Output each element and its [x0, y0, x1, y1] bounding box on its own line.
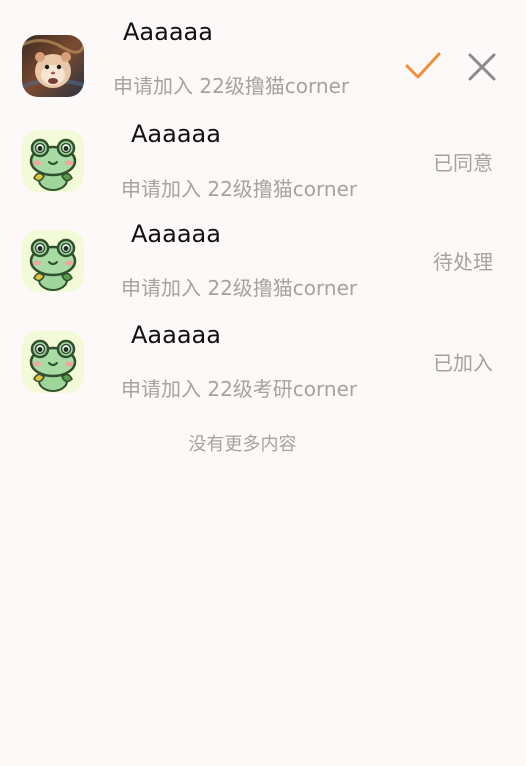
status-badge: 已同意: [433, 151, 493, 175]
status-badge: 已加入: [433, 351, 493, 375]
requester-name: Aaaaaa: [131, 321, 221, 349]
request-description: 申请加入 22级撸猫corner: [121, 276, 358, 300]
request-description: 申请加入 22级考研corner: [121, 377, 358, 401]
request-description: 申请加入 22级撸猫corner: [113, 74, 350, 98]
frog-avatar-icon: [22, 130, 84, 192]
hamster-avatar-icon: [22, 35, 84, 97]
avatar: [22, 35, 84, 97]
requester-name: Aaaaaa: [123, 18, 213, 46]
no-more-content-text: 没有更多内容: [188, 434, 297, 455]
requester-name: Aaaaaa: [131, 120, 221, 148]
avatar: [22, 331, 84, 393]
frog-avatar-icon: [22, 230, 84, 292]
reject-x-icon: [468, 53, 496, 81]
frog-avatar-icon: [22, 331, 84, 393]
avatar: [22, 130, 84, 192]
status-badge: 待处理: [433, 250, 493, 274]
requester-name: Aaaaaa: [131, 220, 221, 248]
list-item[interactable]: Aaaaaa 申请加入 22级撸猫corner: [0, 18, 526, 118]
accept-check-icon: [405, 52, 441, 79]
list-item[interactable]: Aaaaaa 申请加入 22级撸猫corner 已同意: [0, 120, 526, 220]
list-item[interactable]: Aaaaaa 申请加入 22级撸猫corner 待处理: [0, 220, 526, 320]
request-description: 申请加入 22级撸猫corner: [121, 177, 358, 201]
avatar: [22, 230, 84, 292]
accept-button[interactable]: [403, 46, 443, 86]
list-item[interactable]: Aaaaaa 申请加入 22级考研corner 已加入: [0, 321, 526, 421]
reject-button[interactable]: [462, 47, 502, 87]
